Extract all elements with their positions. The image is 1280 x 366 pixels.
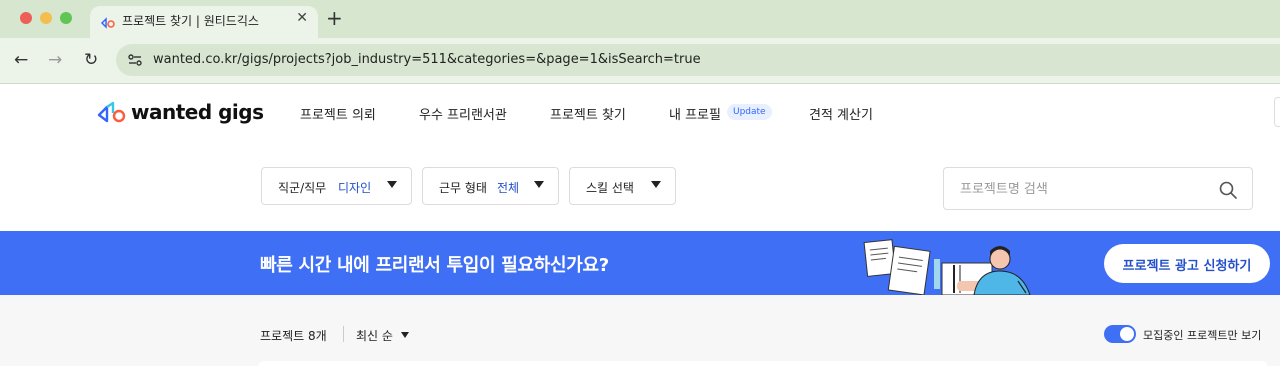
browser-tab-bar: 프로젝트 찾기 | 원티드긱스 ✕ + [0, 0, 1280, 38]
banner-text: 빠른 시간 내에 프리랜서 투입이 필요하신가요? [260, 255, 609, 276]
chevron-down-icon [387, 181, 397, 188]
sort-dropdown[interactable]: 최신 순 [356, 327, 393, 344]
skill-filter-dropdown[interactable]: 스킬 선택 [569, 167, 676, 205]
back-arrow-icon[interactable]: ← [14, 50, 28, 70]
apply-project-ad-button[interactable]: 프로젝트 광고 신청하기 [1104, 244, 1270, 283]
divider [343, 326, 344, 342]
job-filter-dropdown[interactable]: 직군/직무 디자인 [261, 167, 412, 205]
promo-banner[interactable]: 빠른 시간 내에 프리랜서 투입이 필요하신가요? 프로젝트 광고 신청하기 [0, 231, 1280, 295]
page: wanted gigs 프로젝트 의뢰 우수 프리랜서관 프로젝트 찾기 내 프… [0, 85, 1280, 366]
search-icon[interactable] [1218, 180, 1238, 200]
logo-text: wanted gigs [131, 100, 264, 124]
minimize-window-button[interactable] [40, 12, 52, 24]
new-tab-button[interactable]: + [326, 6, 343, 30]
skill-filter-label: 스킬 선택 [586, 181, 634, 195]
wanted-logo-icon [97, 101, 126, 123]
close-icon[interactable]: ✕ [296, 10, 308, 26]
job-filter-label: 직군/직무 [278, 181, 327, 195]
toggle-knob [1120, 327, 1134, 341]
recruiting-only-toggle[interactable] [1104, 325, 1136, 343]
update-badge: Update [727, 104, 772, 120]
project-count: 프로젝트 8개 [260, 329, 327, 343]
close-window-button[interactable] [20, 12, 32, 24]
project-search[interactable] [943, 167, 1253, 210]
site-settings-icon[interactable] [126, 51, 144, 69]
recruiting-only-label: 모집중인 프로젝트만 보기 [1143, 329, 1262, 342]
freelancer-illustration-icon [863, 239, 1031, 295]
project-card[interactable] [258, 361, 1268, 366]
job-filter-value: 디자인 [338, 181, 372, 195]
apply-project-ad-label: 프로젝트 광고 신청하기 [1122, 259, 1252, 274]
tab-title: 프로젝트 찾기 | 원티드긱스 [122, 14, 259, 28]
wanted-gigs-favicon-icon [100, 17, 115, 29]
search-input[interactable] [960, 179, 1200, 199]
nav-project-request[interactable]: 프로젝트 의뢰 [300, 104, 376, 123]
project-list-toolbar: 프로젝트 8개 최신 순 모집중인 프로젝트만 보기 [0, 295, 1280, 366]
maximize-window-button[interactable] [60, 12, 72, 24]
work-type-filter-dropdown[interactable]: 근무 형태 전체 [422, 167, 559, 205]
site-header: wanted gigs 프로젝트 의뢰 우수 프리랜서관 프로젝트 찾기 내 프… [0, 85, 1280, 141]
nav-estimate-calculator[interactable]: 견적 계산기 [809, 104, 873, 123]
browser-toolbar: ← → ↻ wanted.co.kr/gigs/projects?job_ind… [0, 38, 1280, 84]
header-action-button[interactable] [1274, 97, 1280, 127]
nav-find-projects[interactable]: 프로젝트 찾기 [550, 104, 626, 123]
forward-arrow-icon[interactable]: → [48, 50, 62, 70]
chevron-down-icon [534, 181, 544, 188]
chevron-down-icon[interactable] [401, 332, 409, 338]
browser-tab[interactable]: 프로젝트 찾기 | 원티드긱스 ✕ [90, 6, 318, 38]
url-text[interactable]: wanted.co.kr/gigs/projects?job_industry=… [153, 52, 701, 67]
nav-my-profile[interactable]: 내 프로필 [669, 104, 721, 123]
nav-top-freelancers[interactable]: 우수 프리랜서관 [419, 104, 507, 123]
work-type-filter-label: 근무 형태 [439, 181, 487, 195]
address-bar[interactable]: wanted.co.kr/gigs/projects?job_industry=… [116, 44, 1280, 76]
reload-icon[interactable]: ↻ [84, 50, 98, 70]
work-type-filter-value: 전체 [497, 181, 520, 195]
chevron-down-icon [651, 181, 661, 188]
